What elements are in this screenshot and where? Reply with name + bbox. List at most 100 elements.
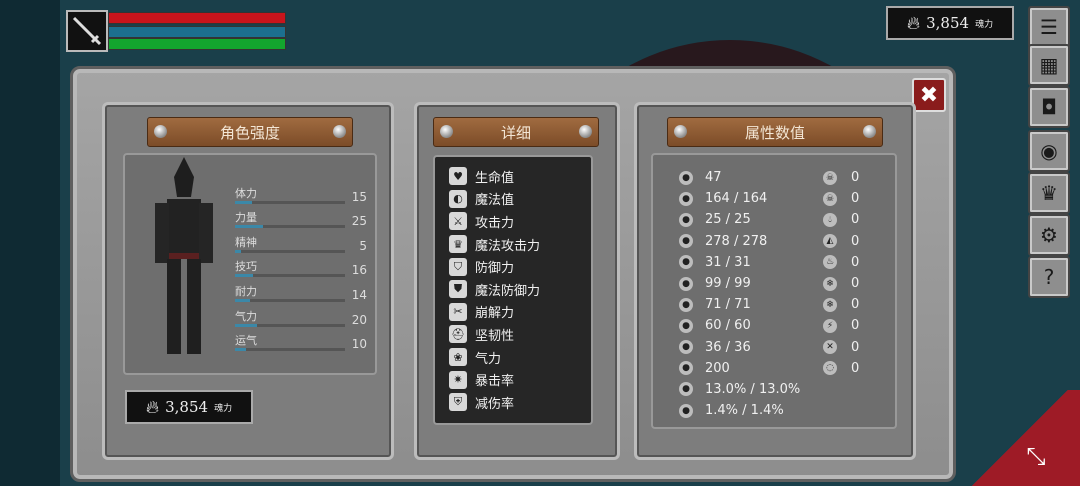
stat-label: 运气 — [235, 334, 257, 348]
mana-bar — [108, 26, 286, 38]
detail-label: 魔法攻击力 — [475, 238, 541, 254]
element-icon: ⚡ — [823, 318, 837, 333]
menu-button[interactable]: ☰ — [1028, 6, 1070, 48]
detail-item: ✷ 暴击率 — [449, 368, 591, 391]
detail-item: ⛑ 坚韧性 — [449, 323, 591, 346]
stat-label: 气力 — [235, 309, 257, 323]
stat-bar — [235, 200, 345, 204]
stat-bar-fill — [235, 298, 251, 302]
stat-bar — [235, 225, 345, 229]
element-icon: 💧︎ — [823, 212, 837, 227]
stat-value: 15 — [351, 189, 367, 204]
helmet-icon: ◘ — [1041, 95, 1057, 119]
element-value: 0 — [851, 191, 860, 207]
detail-label: 坚韧性 — [475, 328, 515, 344]
expand-button[interactable]: ⤡ — [1018, 438, 1054, 474]
detail-item: ⛊ 魔法防御力 — [449, 278, 591, 301]
flame-icon: 🔥︎ — [906, 12, 921, 34]
weapon-slot[interactable] — [66, 10, 108, 52]
stat-bar — [235, 249, 345, 253]
shield-button[interactable]: ◉ — [1028, 130, 1070, 172]
crown-button[interactable]: ♛ — [1028, 172, 1070, 214]
detail-item: ⚔ 攻击力 — [449, 210, 591, 233]
attribute-icon: ● — [679, 340, 693, 355]
crown-icon: ♛ — [1040, 181, 1058, 205]
element-value: 0 — [851, 276, 860, 292]
attribute-row: ● 1.4% / 1.4% — [679, 400, 895, 421]
attribute-value: 25 / 25 — [705, 212, 751, 228]
stat-row: 耐力 14 — [235, 277, 367, 302]
panel-title: 详细 — [500, 123, 531, 142]
element-icon: ❄ — [823, 276, 837, 291]
panel-title: 属性数值 — [744, 123, 805, 142]
stat-bar — [235, 298, 345, 302]
background-left — [0, 0, 60, 486]
rivet-icon — [154, 125, 167, 138]
health-bar — [108, 12, 286, 24]
attribute-row: ● 71 / 71 ❄ 0 — [679, 294, 895, 315]
stat-row: 气力 20 — [235, 302, 367, 327]
attribute-icon: ● — [679, 212, 693, 227]
souls-box: 🔥︎ 3,854 魂力 — [125, 390, 253, 424]
attribute-icon: ● — [679, 234, 693, 249]
help-button[interactable]: ? — [1028, 256, 1070, 298]
attribute-icon: ● — [679, 255, 693, 270]
helmet-button[interactable]: ◘ — [1028, 86, 1070, 128]
attribute-panel: 属性数值 ● 47 ☠ 0 ● 164 / 164 ☠ 0 ● 25 / 25 💧︎ 0 ● 278 / … — [634, 102, 916, 460]
armor-icon: ▦ — [1039, 53, 1059, 77]
panel-title-bar: 详细 — [433, 117, 599, 147]
attribute-row: ● 99 / 99 ❄ 0 — [679, 273, 895, 294]
stat-row: 力量 25 — [235, 204, 367, 229]
element-icon: ❄ — [823, 297, 837, 312]
detail-icon: ♛ — [449, 235, 467, 254]
stat-bar — [235, 323, 345, 327]
element-value: 0 — [851, 318, 860, 334]
detail-label: 减伤率 — [475, 396, 515, 412]
element-icon: ◭ — [823, 234, 837, 249]
attribute-value: 99 / 99 — [705, 276, 751, 292]
flame-icon: 🔥︎ — [145, 396, 160, 418]
element-value: 0 — [851, 170, 860, 186]
close-icon: ✖ — [919, 82, 939, 108]
attribute-row: ● 47 ☠ 0 — [679, 167, 895, 188]
attribute-row: ● 278 / 278 ◭ 0 — [679, 231, 895, 252]
attribute-row: ● 36 / 36 ✕ 0 — [679, 337, 895, 358]
rivet-icon — [333, 125, 346, 138]
stat-value: 10 — [351, 337, 367, 352]
detail-icon: ✷ — [449, 370, 467, 389]
detail-label: 生命值 — [475, 170, 515, 186]
stat-label: 力量 — [235, 211, 257, 225]
stat-bar-fill — [235, 323, 257, 327]
close-button[interactable]: ✖ — [912, 78, 946, 112]
armor-button[interactable]: ▦ — [1028, 44, 1070, 86]
stat-label: 精神 — [235, 235, 257, 249]
attribute-value: 47 — [705, 170, 722, 186]
stat-row: 精神 5 — [235, 228, 367, 253]
sword-icon — [72, 16, 102, 46]
detail-label: 防御力 — [475, 261, 515, 277]
detail-icon: ◐ — [449, 189, 467, 208]
attribute-icon: ● — [679, 403, 693, 418]
stat-bar — [235, 348, 345, 352]
menu-icon: ☰ — [1040, 15, 1058, 39]
detail-item: ❀ 气力 — [449, 346, 591, 369]
detail-icon: ⛨ — [449, 393, 467, 412]
settings-button[interactable]: ⚙ — [1028, 214, 1070, 256]
element-value: 0 — [851, 254, 860, 270]
stat-label: 技巧 — [235, 260, 257, 274]
attribute-icon: ● — [679, 361, 693, 376]
attribute-row: ● 60 / 60 ⚡ 0 — [679, 315, 895, 336]
element-value: 0 — [851, 339, 860, 355]
stat-bar-fill — [235, 200, 252, 204]
stat-bar-fill — [235, 225, 263, 229]
detail-item: ♥ 生命值 — [449, 165, 591, 188]
stat-row: 体力 15 — [235, 179, 367, 204]
attribute-icon: ● — [679, 382, 693, 397]
panel-title-bar: 角色强度 — [147, 117, 353, 147]
stat-label: 体力 — [235, 186, 257, 200]
souls-value: 3,854 — [926, 14, 970, 32]
souls-unit: 魂力 — [975, 19, 994, 30]
attribute-value: 13.0% / 13.0% — [705, 381, 801, 397]
element-icon: ☠ — [823, 170, 837, 185]
rivet-icon — [863, 125, 876, 138]
